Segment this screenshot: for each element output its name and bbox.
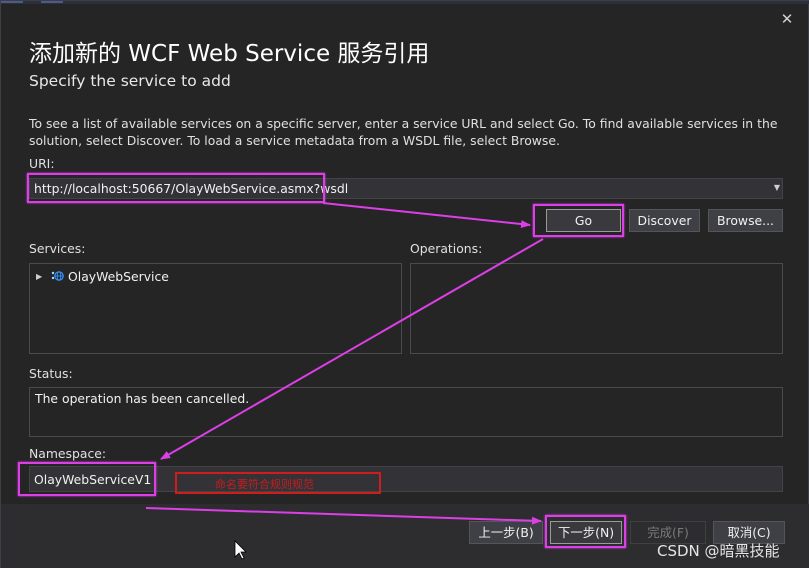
arrow-go-to-namespace [160, 238, 544, 460]
annotation-arrows [145, 202, 544, 560]
add-wcf-service-dialog: ✕ 添加新的 WCF Web Service 服务引用 Specify the … [0, 0, 809, 568]
arrow-uri-to-go [322, 202, 531, 229]
mouse-cursor-icon [234, 540, 247, 560]
arrow-namespace-to-next [145, 507, 542, 525]
